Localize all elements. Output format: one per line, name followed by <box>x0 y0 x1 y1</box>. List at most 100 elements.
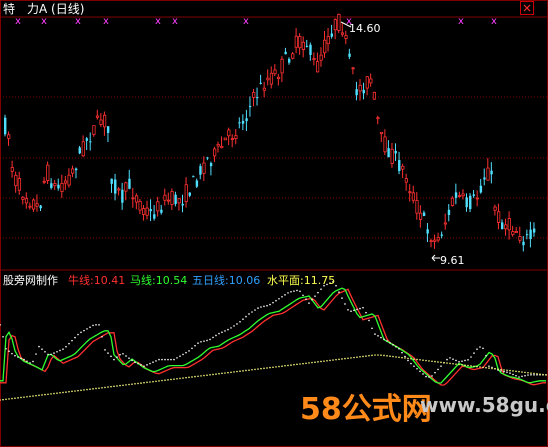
stock-icon-hitbox <box>22 2 42 16</box>
shuiping-line <box>197 375 199 378</box>
candle-body <box>390 148 394 164</box>
shuiping-line <box>77 389 79 392</box>
shuiping-line <box>68 390 70 393</box>
candle-body <box>192 176 195 178</box>
candle-body <box>99 119 103 125</box>
candle-body <box>511 231 515 235</box>
candle-body <box>394 150 397 154</box>
shuiping-line <box>398 356 400 359</box>
candle-body <box>124 182 128 192</box>
shuiping-line <box>200 375 202 377</box>
shuiping-line <box>323 360 325 362</box>
shuiping-line <box>431 360 433 363</box>
candle-body <box>443 222 448 225</box>
wuri-line <box>353 309 355 312</box>
wuri-line <box>224 330 226 332</box>
wuri-line <box>68 342 70 345</box>
wuri-line <box>101 335 103 338</box>
shuiping-line <box>407 357 409 360</box>
wuri-line <box>518 376 520 378</box>
shuiping-line <box>158 380 160 382</box>
wuri-line <box>377 335 379 337</box>
wuri-line <box>500 370 502 372</box>
wuri-line <box>89 326 91 328</box>
shuiping-line <box>278 365 280 368</box>
candle-body <box>256 97 259 99</box>
shuiping-line <box>338 358 340 361</box>
wuri-line <box>413 365 415 367</box>
candle-body <box>170 191 174 205</box>
shuiping-line <box>527 371 529 374</box>
candle-body <box>288 58 291 63</box>
wuri-line <box>395 345 397 348</box>
wuri-line <box>521 375 523 378</box>
shuiping-line <box>317 361 319 363</box>
shuiping-line <box>161 379 163 382</box>
shuiping-line <box>491 367 493 370</box>
shuiping-line <box>320 360 322 363</box>
wuri-line <box>386 340 388 342</box>
wuri-line <box>143 365 145 367</box>
indicator-wuri: 五日线:10.06 <box>192 274 261 287</box>
signal-marker: x <box>172 16 178 27</box>
wuri-line <box>299 290 301 293</box>
wuri-line <box>446 358 448 361</box>
candle-body <box>220 145 224 149</box>
candle-body <box>447 209 451 215</box>
candle-body <box>429 240 433 243</box>
candle-body <box>483 177 486 180</box>
candle-body <box>184 184 188 202</box>
wuri-line <box>428 376 430 378</box>
wuri-line <box>485 354 487 357</box>
wuri-line <box>464 359 466 362</box>
shuiping-line <box>362 355 364 358</box>
shuiping-line <box>131 383 133 385</box>
close-icon[interactable] <box>520 1 534 15</box>
candle-body <box>202 162 206 174</box>
shuiping-line <box>464 364 466 367</box>
candle-body <box>379 131 384 135</box>
shuiping-line <box>239 370 241 373</box>
shuiping-line <box>215 373 217 375</box>
candle-body <box>78 147 81 154</box>
shuiping-line <box>386 355 388 357</box>
signal-marker: x <box>243 16 249 27</box>
candle-body <box>7 134 11 139</box>
wuri-line <box>173 358 175 361</box>
wuri-line <box>212 336 214 339</box>
wuri-line <box>50 353 52 356</box>
candle-body <box>298 36 302 49</box>
wuri-line <box>227 328 229 331</box>
wuri-line <box>245 315 247 318</box>
wuri-line <box>437 368 439 371</box>
candle-body <box>131 197 135 200</box>
wuri-line <box>431 375 433 377</box>
niu-line <box>0 288 546 386</box>
shuiping-line <box>266 367 268 369</box>
shuiping-line <box>110 385 112 388</box>
wuri-line <box>179 355 181 357</box>
watermark-brand: 58公式网 <box>300 392 432 427</box>
shuiping-line <box>545 374 547 376</box>
wuri-line <box>461 360 463 362</box>
wuri-line <box>473 352 475 354</box>
wuri-line <box>218 332 220 335</box>
candle-body <box>103 114 107 128</box>
wuri-line <box>188 350 190 352</box>
chart-canvas[interactable]: xxxxxxxxxx <box>0 0 548 447</box>
signal-marker: x <box>41 16 47 27</box>
shuiping-line <box>80 389 82 392</box>
shuiping-line <box>176 377 178 380</box>
wuri-line <box>107 352 109 354</box>
shuiping-line <box>245 369 247 372</box>
candle-body <box>206 157 209 159</box>
shuiping-line <box>356 356 358 358</box>
candle-body <box>309 44 312 55</box>
candle-body <box>17 178 22 191</box>
shuiping-line <box>206 374 208 376</box>
candle-body <box>128 178 131 189</box>
wuri-line <box>281 295 283 298</box>
candle-body <box>71 168 75 174</box>
shuiping-line <box>242 370 244 372</box>
shuiping-line <box>203 374 205 377</box>
